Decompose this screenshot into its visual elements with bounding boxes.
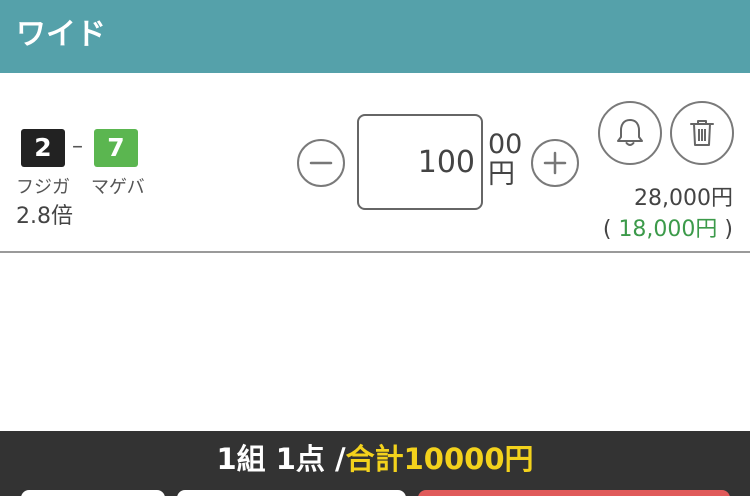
frame-number-badge-1: 2 — [21, 129, 65, 167]
bet-amount-input[interactable]: 100 — [357, 114, 483, 210]
summary-footer: 1組 1点 /合計10000円 — [0, 431, 750, 496]
trash-icon — [690, 120, 714, 146]
amount-unit-hundreds: 00 — [488, 129, 523, 160]
sub-payout-amount: ( 18,000円 ) — [603, 216, 733, 244]
plus-icon — [543, 151, 567, 175]
decrease-amount-button[interactable] — [297, 139, 345, 187]
horse-name-2: マゲバ — [91, 177, 145, 198]
amount-unit-yen: 円 — [488, 159, 515, 190]
frame-number-badge-2: 7 — [94, 129, 138, 167]
minus-icon — [309, 161, 333, 165]
bell-icon — [617, 119, 643, 146]
horse-name-1: フジガ — [16, 177, 70, 198]
combination-separator: – — [72, 134, 83, 159]
payout-amount: 28,000円 — [634, 186, 733, 211]
delete-button[interactable] — [670, 101, 734, 165]
alert-button[interactable] — [598, 101, 662, 165]
header-bar: ワイド — [0, 0, 750, 73]
bet-total: 合計10000円 — [345, 442, 534, 476]
sub-payout-close-paren: ) — [717, 217, 733, 242]
sub-payout-value: 18,000円 — [618, 217, 718, 242]
page-title: ワイド — [16, 17, 106, 52]
odds-value: 2.8倍 — [16, 204, 73, 229]
increase-amount-button[interactable] — [531, 139, 579, 187]
footer-button-2[interactable] — [177, 490, 406, 496]
sub-payout-open-paren: ( — [602, 217, 619, 242]
bet-summary: 1組 1点 /合計10000円 — [0, 441, 750, 477]
bet-amount-value: 100 — [417, 145, 475, 180]
footer-primary-button[interactable] — [418, 490, 730, 496]
bet-row: 2 – 7 フジガ マゲバ 2.8倍 100 00 円 28,000円 (18… — [0, 73, 750, 253]
bet-count: 1組 1点 / — [216, 442, 346, 476]
footer-button-1[interactable] — [21, 490, 165, 496]
